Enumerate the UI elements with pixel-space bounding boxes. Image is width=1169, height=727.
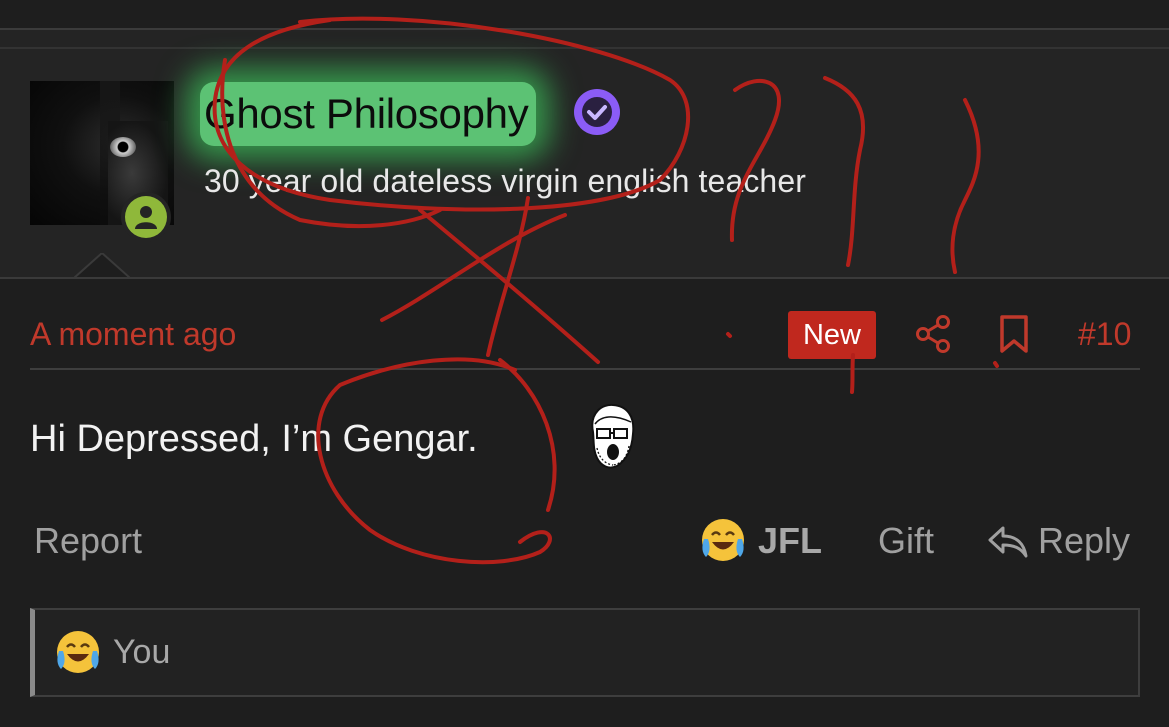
laughing-crying-emoji[interactable] [700,517,746,563]
divider [0,47,1169,49]
new-badge: New [788,311,876,359]
post-number-link[interactable]: #10 [1078,316,1131,353]
reply-button[interactable]: Reply [1038,520,1130,562]
online-status-icon [121,192,171,242]
laughing-crying-emoji [57,631,99,673]
post-user-header [0,30,1169,278]
verified-icon [574,89,620,135]
share-icon[interactable] [914,314,952,354]
post-timestamp[interactable]: A moment ago [30,316,236,353]
reply-icon[interactable] [986,524,1030,560]
divider [0,277,1169,279]
username-highlight[interactable]: Ghost Philosophy [200,82,537,146]
gift-button[interactable]: Gift [878,520,934,562]
post-body: Hi Depressed, I’m Gengar. [30,418,478,460]
header-pointer [74,253,130,279]
reaction-button-jfl[interactable]: JFL [758,520,822,562]
bookmark-icon[interactable] [998,314,1030,354]
report-button[interactable]: Report [34,520,142,562]
username[interactable]: Ghost Philosophy [204,90,529,138]
divider [30,368,1140,370]
reactions-bar[interactable] [30,608,1140,697]
soyjak-emoji [591,403,635,469]
reactions-user-list[interactable]: You [113,633,170,672]
forum-post: Ghost Philosophy 30 year old dateless vi… [0,0,1169,727]
top-band [0,0,1169,28]
user-title: 30 year old dateless virgin english teac… [204,163,806,199]
